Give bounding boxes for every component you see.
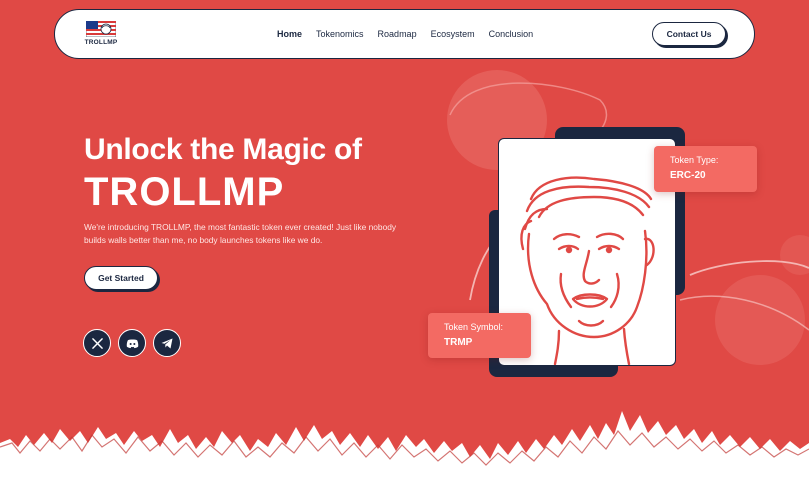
telegram-link[interactable] xyxy=(153,329,181,357)
social-links xyxy=(83,329,181,357)
token-symbol-badge: Token Symbol: TRMP xyxy=(428,313,531,358)
contact-us-button[interactable]: Contact Us xyxy=(652,22,726,46)
flag-logo-icon xyxy=(86,21,116,37)
token-symbol-label: Token Symbol: xyxy=(444,322,504,332)
hero-title-line2: TROLLMP xyxy=(84,170,285,214)
discord-link[interactable] xyxy=(118,329,146,357)
logo-text: TROLLMP xyxy=(84,39,118,46)
nav-link-home[interactable]: Home xyxy=(277,29,302,39)
telegram-icon xyxy=(161,338,173,348)
x-icon xyxy=(91,337,103,349)
torn-paper-edge xyxy=(0,411,809,486)
token-type-badge: Token Type: ERC-20 xyxy=(654,146,757,192)
nav-link-conclusion[interactable]: Conclusion xyxy=(489,29,534,39)
token-type-label: Token Type: xyxy=(670,155,719,165)
token-type-value: ERC-20 xyxy=(670,170,706,181)
x-link[interactable] xyxy=(83,329,111,357)
navbar: TROLLMP Home Tokenomics Roadmap Ecosyste… xyxy=(54,9,755,59)
discord-icon xyxy=(126,339,138,348)
get-started-button[interactable]: Get Started xyxy=(84,266,158,290)
nav-link-roadmap[interactable]: Roadmap xyxy=(378,29,417,39)
nav-link-tokenomics[interactable]: Tokenomics xyxy=(316,29,364,39)
hero-title-line1: Unlock the Magic of xyxy=(84,133,362,166)
token-symbol-value: TRMP xyxy=(444,337,473,348)
nav-link-ecosystem[interactable]: Ecosystem xyxy=(431,29,475,39)
hero-description: We're introducing TROLLMP, the most fant… xyxy=(84,222,397,245)
nav-links: Home Tokenomics Roadmap Ecosystem Conclu… xyxy=(277,10,533,58)
logo[interactable]: TROLLMP xyxy=(83,21,119,49)
